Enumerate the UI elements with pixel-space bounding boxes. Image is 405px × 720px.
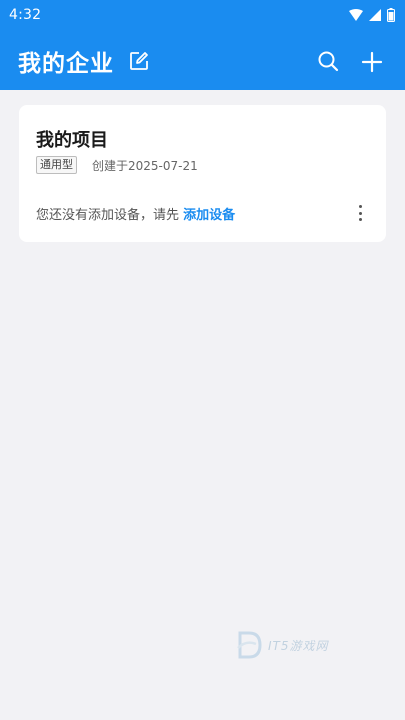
wifi-icon xyxy=(349,9,363,21)
status-icons xyxy=(349,8,395,22)
edit-icon[interactable] xyxy=(128,50,150,72)
signal-icon xyxy=(369,9,381,21)
more-options-icon[interactable] xyxy=(353,203,367,223)
status-time: 4:32 xyxy=(9,7,42,23)
page-title: 我的企业 xyxy=(18,51,114,77)
add-device-link[interactable]: 添加设备 xyxy=(183,208,235,223)
project-name: 我的项目 xyxy=(36,130,108,151)
header: 4:32 我的企业 xyxy=(0,0,405,90)
search-icon[interactable] xyxy=(317,50,339,72)
app-bar: 我的企业 xyxy=(0,30,405,90)
type-badge: 通用型 xyxy=(36,156,77,174)
status-bar: 4:32 xyxy=(0,0,405,30)
empty-device-message: 您还没有添加设备，请先 添加设备 xyxy=(36,204,235,223)
project-card[interactable]: 我的项目 通用型 创建于2025-07-21 您还没有添加设备，请先 添加设备 xyxy=(19,105,386,242)
created-date: 创建于2025-07-21 xyxy=(92,159,198,173)
watermark-d-icon xyxy=(237,631,262,659)
watermark-text: IT5游戏网 xyxy=(268,638,329,653)
add-icon[interactable] xyxy=(361,51,383,73)
battery-icon xyxy=(387,8,395,22)
watermark-logo: IT5游戏网 xyxy=(236,629,356,661)
empty-text: 您还没有添加设备，请先 xyxy=(36,208,180,223)
